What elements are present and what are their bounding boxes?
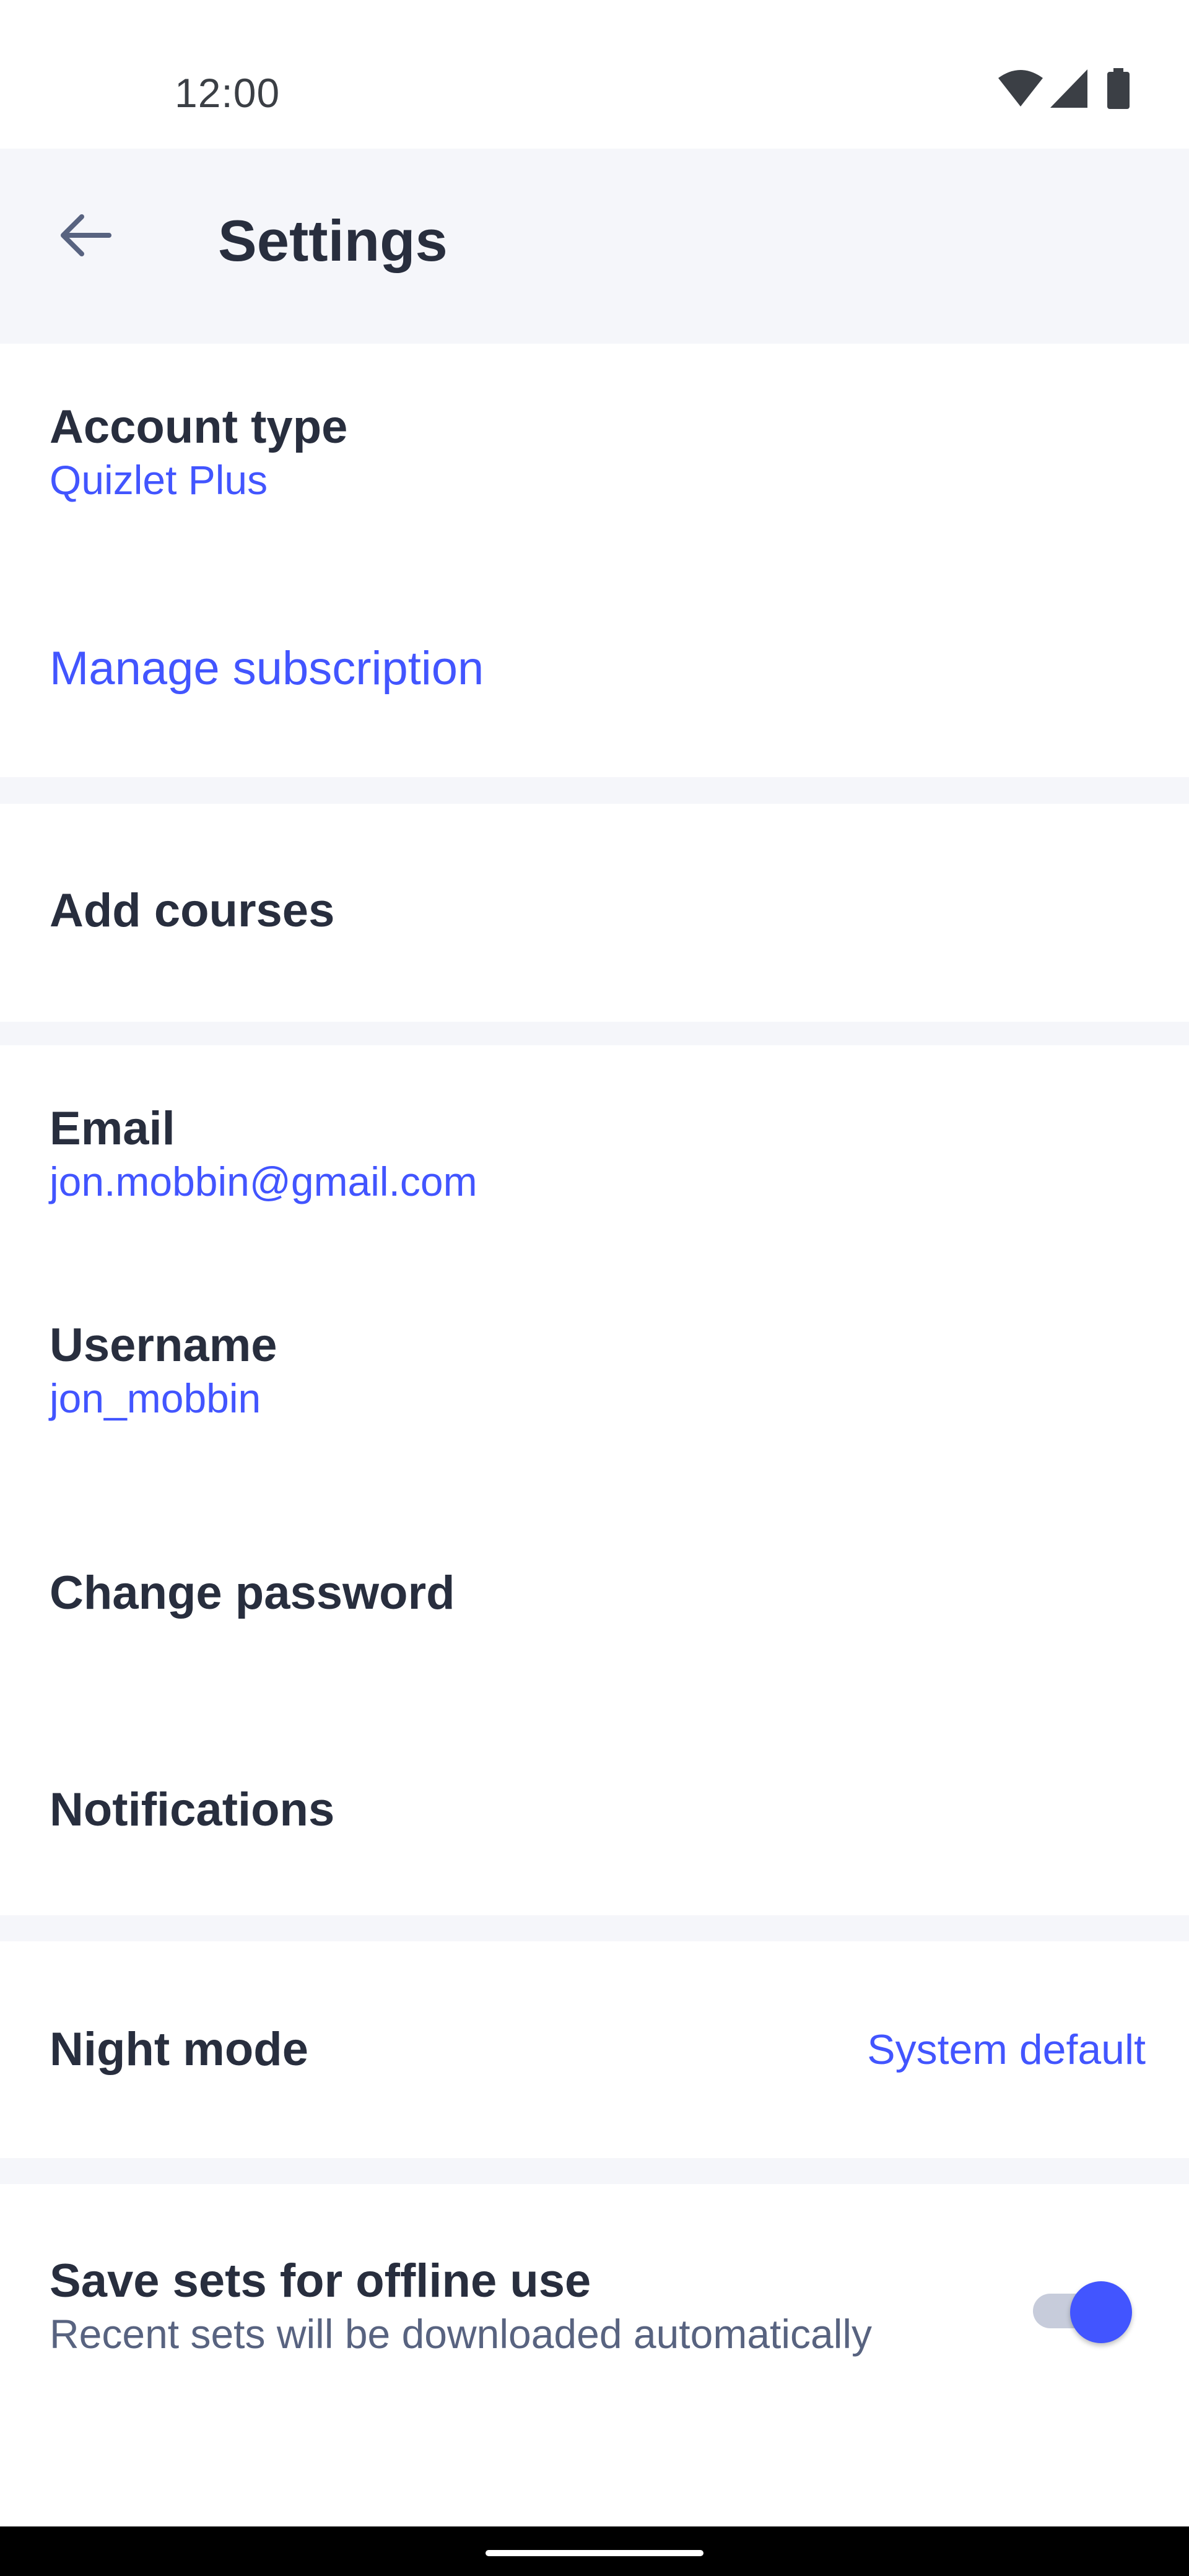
section-divider	[0, 1022, 1189, 1045]
appearance-section: Night mode System default	[0, 1941, 1189, 2158]
wifi-icon	[998, 70, 1043, 107]
manage-subscription-link[interactable]: Manage subscription	[50, 641, 1139, 697]
night-mode-value: System default	[867, 2026, 1146, 2073]
offline-description: Recent sets will be downloaded automatic…	[50, 2311, 873, 2357]
account-type-value: Quizlet Plus	[50, 457, 268, 503]
email-row[interactable]: Email jon.mobbin@gmail.com	[50, 1101, 1139, 1206]
battery-icon	[1107, 68, 1130, 109]
manage-subscription-row[interactable]: Manage subscription	[50, 641, 1139, 697]
email-label: Email	[50, 1102, 175, 1155]
profile-section: Email jon.mobbin@gmail.com Username jon_…	[0, 1045, 1189, 1915]
change-password-row[interactable]: Change password	[50, 1565, 1139, 1621]
status-time: 12:00	[175, 70, 281, 116]
navigation-bar	[0, 2526, 1189, 2576]
username-value: jon_mobbin	[50, 1375, 261, 1421]
section-divider	[0, 1915, 1189, 1941]
change-password-label: Change password	[50, 1567, 455, 1619]
username-row[interactable]: Username jon_mobbin	[50, 1318, 1139, 1423]
cellular-signal-icon	[1050, 69, 1087, 108]
offline-section: Save sets for offline use Recent sets wi…	[0, 2184, 1189, 2526]
toggle-thumb	[1070, 2281, 1132, 2343]
status-icons	[997, 68, 1139, 111]
offline-row[interactable]: Save sets for offline use Recent sets wi…	[50, 2253, 1139, 2359]
account-type-row[interactable]: Account type Quizlet Plus	[50, 399, 1139, 505]
offline-toggle[interactable]	[1033, 2273, 1132, 2343]
account-section: Account type Quizlet Plus Manage subscri…	[0, 344, 1189, 777]
username-label: Username	[50, 1319, 277, 1372]
page-title: Settings	[218, 208, 448, 273]
app-bar: Settings	[0, 149, 1189, 344]
notifications-row[interactable]: Notifications	[50, 1782, 1139, 1838]
section-divider	[0, 2158, 1189, 2184]
account-type-label: Account type	[50, 401, 348, 453]
notifications-label: Notifications	[50, 1783, 335, 1836]
add-courses-label: Add courses	[50, 884, 335, 937]
back-button[interactable]	[42, 192, 129, 279]
courses-section: Add courses	[0, 804, 1189, 1022]
add-courses-row[interactable]: Add courses	[50, 883, 1139, 939]
status-bar: 12:00	[0, 0, 1189, 149]
email-value: jon.mobbin@gmail.com	[50, 1159, 477, 1204]
offline-label: Save sets for offline use	[50, 2255, 591, 2307]
arrow-back-icon	[61, 214, 111, 256]
night-mode-row[interactable]: Night mode System default	[50, 2022, 1189, 2078]
home-handle[interactable]	[486, 2550, 703, 2556]
section-divider	[0, 777, 1189, 804]
